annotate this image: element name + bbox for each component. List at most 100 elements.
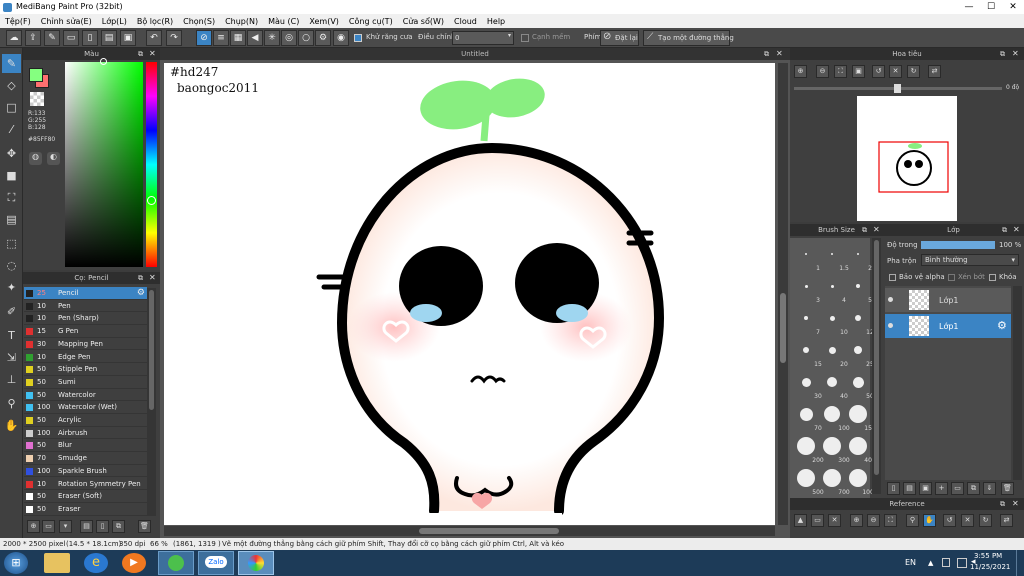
protect-alpha-checkbox[interactable] — [889, 274, 896, 281]
soft-edge-checkbox[interactable] — [521, 34, 529, 42]
panel-close-icon[interactable]: ✕ — [1012, 49, 1019, 58]
color-picker-cursor[interactable] — [100, 58, 107, 65]
move-tool-icon[interactable]: ✥ — [2, 144, 21, 163]
ref-rotate-right-icon[interactable]: ↻ — [979, 514, 992, 527]
start-button[interactable]: ⊞ — [4, 552, 28, 574]
gradient-tool-icon[interactable]: ▤ — [2, 210, 21, 229]
duplicate-icon[interactable]: ⧉ — [112, 520, 125, 533]
divide-tool-icon[interactable]: ⊥ — [2, 370, 21, 389]
hue-slider[interactable] — [146, 62, 157, 267]
brush-item[interactable]: 50 Blur — [24, 439, 147, 453]
lock-checkbox[interactable] — [989, 274, 996, 281]
brush-item[interactable]: 50 Eraser (Soft) — [24, 490, 147, 503]
brush-size-cell[interactable]: 3 — [794, 274, 820, 304]
ref-close-icon[interactable]: ✕ — [828, 514, 841, 527]
palette-icon[interactable]: ◍ — [29, 152, 42, 165]
brush-size-cell[interactable]: 2 — [846, 242, 872, 272]
brush-list-scrollbar[interactable] — [147, 288, 156, 516]
panel-close-icon[interactable]: ✕ — [149, 273, 156, 282]
reset-view-icon[interactable]: ✕ — [889, 65, 902, 78]
antialias-checkbox[interactable] — [354, 34, 362, 42]
brush-tool-icon[interactable]: ✎ — [2, 54, 21, 73]
menu-snap[interactable]: Chụp(N) — [220, 17, 263, 26]
brush-size-cell[interactable]: 50 — [846, 370, 874, 400]
hue-slider-handle[interactable] — [147, 196, 156, 205]
horizontal-scrollbar[interactable] — [164, 526, 775, 536]
menu-help[interactable]: Help — [482, 17, 510, 26]
menu-select[interactable]: Chọn(S) — [178, 17, 220, 26]
brush-size-cell[interactable]: 20 — [820, 338, 848, 368]
tray-arrow-icon[interactable]: ▲ — [928, 559, 933, 567]
network-icon[interactable] — [957, 558, 967, 568]
close-tab-icon[interactable]: ✕ — [776, 49, 783, 58]
brush-item[interactable]: 10 Pen — [24, 300, 147, 313]
brush-size-scrollbar[interactable] — [872, 238, 881, 494]
save-icon[interactable]: ▤ — [101, 30, 117, 46]
rotation-slider-handle[interactable] — [894, 84, 901, 93]
panel-float-icon[interactable]: ⧉ — [862, 226, 867, 235]
brush-item[interactable]: 100 Sparkle Brush — [24, 465, 147, 478]
transparent-color-swatch[interactable] — [30, 92, 44, 106]
eyedropper-tool-icon[interactable]: ⚲ — [2, 394, 21, 413]
brush-item[interactable]: 70 Smudge — [24, 452, 147, 465]
new-layer-icon[interactable]: ▯ — [887, 482, 900, 495]
brush-item[interactable]: 50 Sumi — [24, 376, 147, 389]
flag-icon[interactable] — [942, 558, 950, 567]
redo-icon[interactable]: ↷ — [166, 30, 182, 46]
circle-snap-icon[interactable]: ◎ — [281, 30, 297, 46]
brush-size-cell[interactable]: 400 — [846, 434, 876, 464]
panel-close-icon[interactable]: ✕ — [1013, 225, 1020, 234]
rotate-left-icon[interactable]: ↺ — [872, 65, 885, 78]
upload-icon[interactable]: ⇪ — [25, 30, 41, 46]
ref-rotate-left-icon[interactable]: ↺ — [943, 514, 956, 527]
menu-filter[interactable]: Bộ lọc(R) — [132, 17, 178, 26]
brush-item[interactable]: 100 Airbrush — [24, 427, 147, 440]
text-tool-icon[interactable]: T — [2, 326, 21, 345]
brush-size-cell[interactable]: 300 — [820, 434, 850, 464]
menu-cloud[interactable]: Cloud — [449, 17, 482, 26]
duplicate-layer-icon[interactable]: ⧉ — [967, 482, 980, 495]
brush-size-cell[interactable]: 5 — [846, 274, 872, 304]
brush-size-cell[interactable]: 200 — [794, 434, 824, 464]
brush-item[interactable]: 10 Rotation Symmetry Pen — [24, 478, 147, 491]
bucket-tool-icon[interactable]: ⛶ — [2, 188, 21, 207]
rotate-right-icon[interactable]: ↻ — [907, 65, 920, 78]
adjust-input[interactable]: 0 — [452, 31, 514, 45]
ref-folder-icon[interactable]: ▭ — [811, 514, 824, 527]
brush-size-cell[interactable]: 10 — [820, 306, 848, 336]
gear-icon[interactable]: ⚙ — [137, 287, 145, 300]
visibility-icon[interactable] — [888, 297, 893, 302]
brush-size-cell[interactable]: 1 — [794, 242, 820, 272]
brush-item[interactable]: 50 Eraser — [24, 503, 147, 516]
ref-reset-icon[interactable]: ✕ — [961, 514, 974, 527]
hand-tool-icon[interactable]: ✋ — [2, 416, 21, 435]
lasso-tool-icon[interactable]: ◌ — [2, 256, 21, 275]
foreground-color-swatch[interactable] — [29, 68, 43, 82]
curve-snap-icon[interactable]: ○ — [298, 30, 314, 46]
dot-tool-icon[interactable]: ⁄ — [2, 120, 21, 139]
taskbar-medibang[interactable] — [238, 551, 274, 575]
ref-eyedropper-icon[interactable]: ⚲ — [906, 514, 919, 527]
target-snap-icon[interactable]: ◉ — [333, 30, 349, 46]
new-layer-8bit-icon[interactable]: ▤ — [903, 482, 916, 495]
merge-down-icon[interactable]: ⇓ — [983, 482, 996, 495]
ref-fit-icon[interactable]: ⛶ — [884, 514, 897, 527]
fit-icon[interactable]: ⛶ — [834, 65, 847, 78]
add-brush-icon[interactable]: ⊕ — [27, 520, 40, 533]
new-folder-icon[interactable]: ▯ — [96, 520, 109, 533]
blend-mode-select[interactable]: Bình thường ▾ — [921, 254, 1019, 266]
new-layer-1bit-icon[interactable]: ▣ — [919, 482, 932, 495]
color-swap-icon[interactable]: ◐ — [47, 152, 60, 165]
snap-off-icon[interactable]: ⊘ — [196, 30, 212, 46]
drawing-canvas[interactable]: #hd247 baongoc2011 — [164, 63, 775, 525]
magic-wand-tool-icon[interactable]: ✦ — [2, 278, 21, 297]
straight-line-button[interactable]: Tạo một đường thẳng — [643, 30, 734, 46]
flip-icon[interactable]: ⇄ — [928, 65, 941, 78]
brush-item[interactable]: 25 Pencil ⚙ — [24, 287, 147, 300]
minimize-button[interactable]: — — [958, 0, 980, 14]
parallel-snap-icon[interactable]: ≡ — [213, 30, 229, 46]
brush-size-cell[interactable]: 40 — [820, 370, 848, 400]
brush-size-cell[interactable]: 700 — [820, 466, 850, 496]
brush-size-cell[interactable]: 30 — [794, 370, 822, 400]
menu-layer[interactable]: Lớp(L) — [97, 17, 132, 26]
